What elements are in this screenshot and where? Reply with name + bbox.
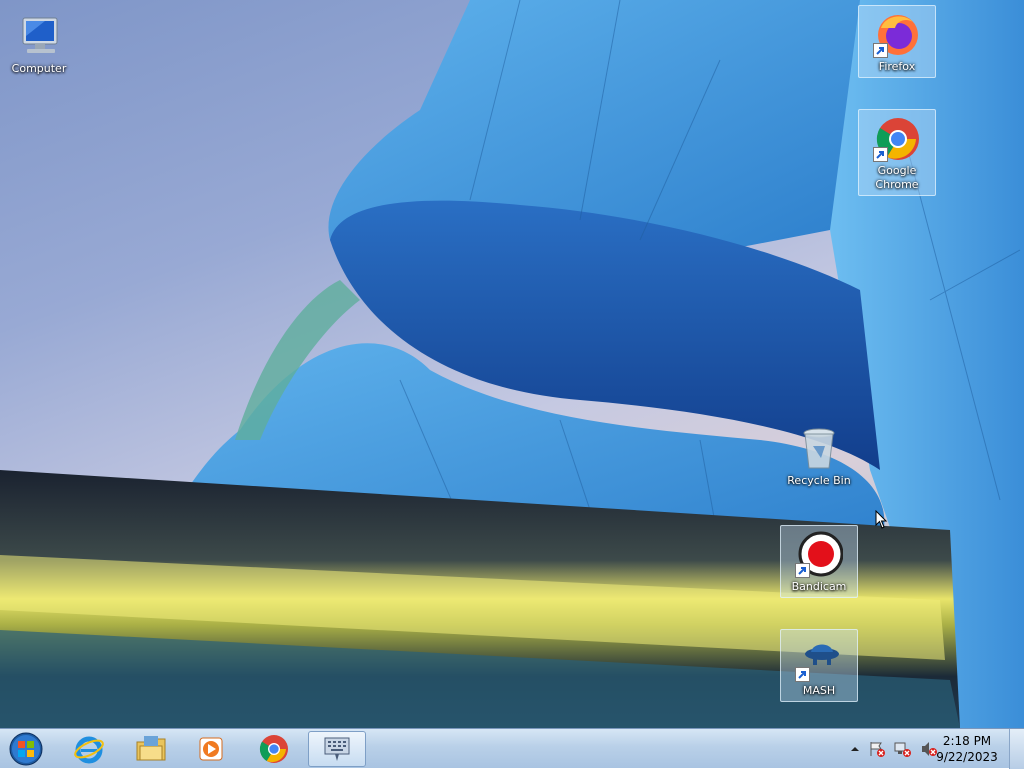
clock[interactable]: 2:18 PM 9/22/2023 xyxy=(932,733,1002,765)
shortcut-arrow-icon xyxy=(873,147,888,162)
show-hidden-icons-icon[interactable] xyxy=(850,744,860,754)
clock-date: 9/22/2023 xyxy=(936,750,998,764)
desktop-icon-bandicam[interactable]: Bandicam xyxy=(780,525,858,598)
shortcut-arrow-icon xyxy=(873,43,888,58)
taskbar-on-screen-keyboard[interactable] xyxy=(308,731,366,767)
internet-explorer-icon xyxy=(74,736,104,764)
start-orb-icon xyxy=(9,732,43,766)
mouse-cursor-icon xyxy=(875,510,888,529)
chrome-icon xyxy=(259,735,288,763)
taskbar-file-explorer[interactable] xyxy=(124,731,178,767)
desktop-icon-mash[interactable]: MASH xyxy=(780,629,858,702)
bandicam-icon xyxy=(795,530,844,578)
file-explorer-icon xyxy=(136,736,166,761)
clock-time: 2:18 PM xyxy=(942,734,992,748)
taskbar-media-player[interactable] xyxy=(184,731,238,767)
on-screen-keyboard-icon xyxy=(324,737,350,761)
taskbar: 2:18 PM 9/22/2023 xyxy=(0,728,1024,769)
desktop-icon-label: MASH xyxy=(802,684,836,697)
desktop-icon-label: Firefox xyxy=(878,60,916,73)
desktop-icon-firefox[interactable]: Firefox xyxy=(858,5,936,78)
action-center-error-icon[interactable] xyxy=(868,740,886,758)
desktop[interactable]: Computer Firefox Google Chrome Recycle B… xyxy=(0,0,1024,728)
firefox-icon xyxy=(873,10,921,58)
desktop-icon-google-chrome[interactable]: Google Chrome xyxy=(858,109,936,196)
media-player-icon xyxy=(199,737,223,761)
mash-icon xyxy=(795,634,843,682)
desktop-icon-computer[interactable]: Computer xyxy=(1,8,77,79)
shortcut-arrow-icon xyxy=(795,563,810,578)
show-desktop-button[interactable] xyxy=(1009,729,1024,769)
recycle-bin-icon xyxy=(795,424,843,472)
computer-icon xyxy=(15,12,63,60)
desktop-icon-recycle-bin[interactable]: Recycle Bin xyxy=(781,420,857,491)
start-button[interactable] xyxy=(2,731,50,767)
taskbar-internet-explorer[interactable] xyxy=(62,731,116,767)
shortcut-arrow-icon xyxy=(795,667,810,682)
chrome-icon xyxy=(873,114,921,162)
network-error-icon[interactable] xyxy=(894,740,912,758)
desktop-icon-label: Recycle Bin xyxy=(787,474,851,487)
desktop-icon-label: Google Chrome xyxy=(875,164,919,191)
desktop-icon-label: Computer xyxy=(11,62,67,75)
desktop-icon-label: Bandicam xyxy=(791,580,847,593)
taskbar-chrome[interactable] xyxy=(247,731,301,767)
system-tray xyxy=(850,729,938,769)
